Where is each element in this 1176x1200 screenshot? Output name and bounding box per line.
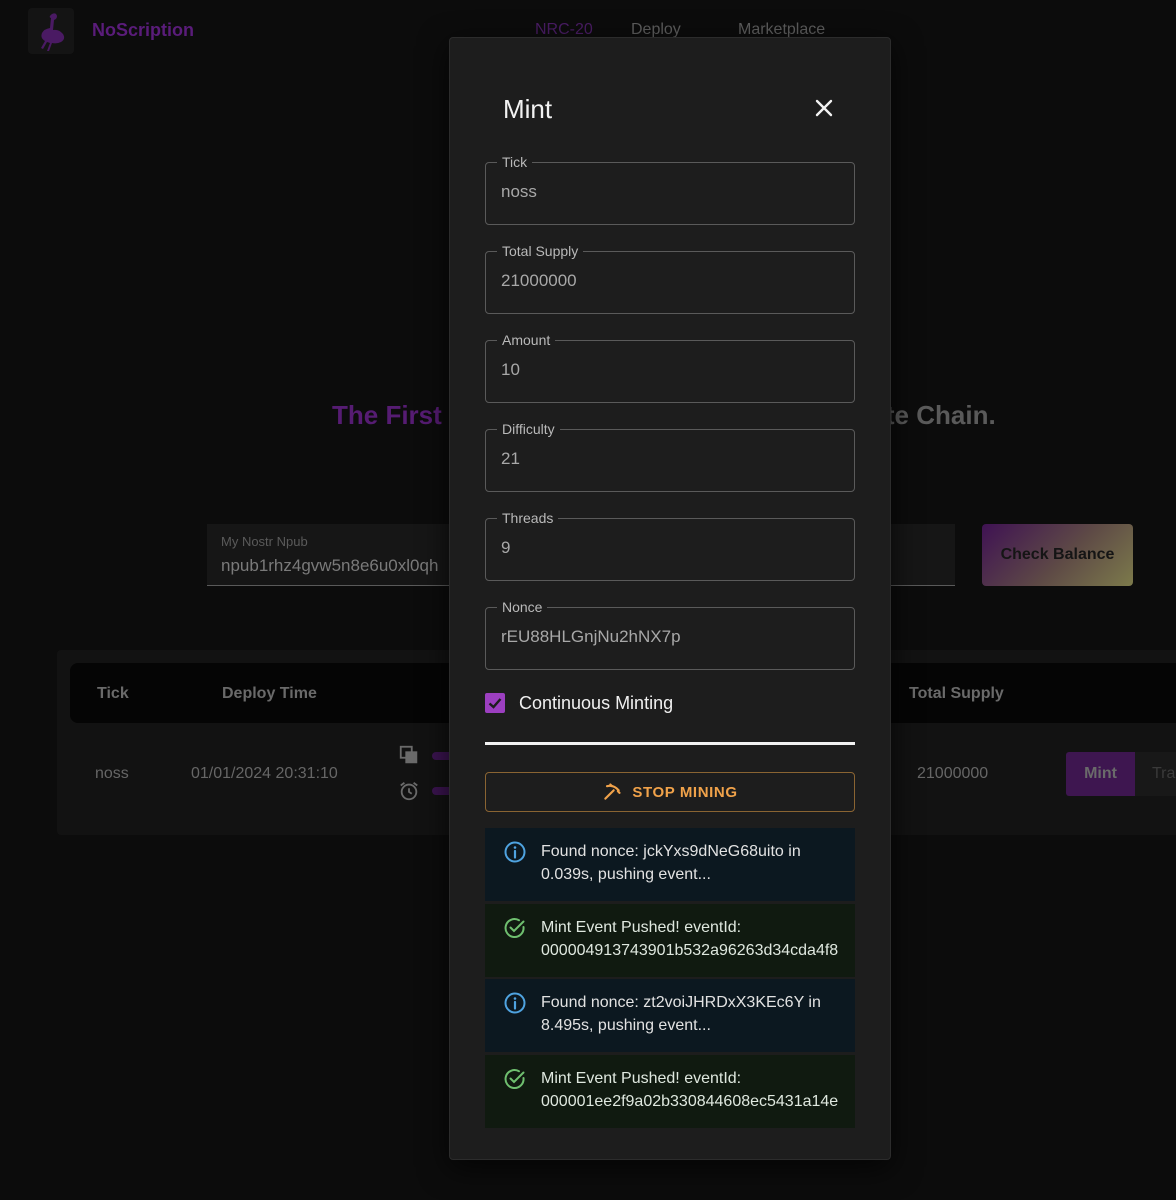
difficulty-label: Difficulty [497, 420, 560, 438]
check-balance-button[interactable]: Check Balance [982, 524, 1133, 586]
npub-label: My Nostr Npub [221, 534, 308, 549]
tick-input[interactable] [501, 182, 841, 202]
stop-mining-button[interactable]: STOP MINING [485, 772, 855, 812]
threads-field[interactable]: Threads [485, 509, 855, 581]
col-header-deploy-time: Deploy Time [222, 685, 317, 702]
brand-name[interactable]: NoScription [92, 20, 194, 41]
tick-label: Tick [497, 153, 533, 171]
ostrich-logo-icon [41, 13, 65, 51]
mining-progress-bar [485, 742, 855, 745]
checkmark-icon [488, 698, 502, 709]
alert-message: Mint Event Pushed! eventId: 000004913743… [541, 919, 839, 959]
alert-message: Found nonce: zt2voiJHRDxX3KEc6Y in 8.495… [541, 994, 821, 1034]
app-root: NoScription NRC-20 Deploy Marketplace Th… [0, 0, 1176, 1200]
difficulty-field[interactable]: Difficulty [485, 420, 855, 492]
dialog-title: Mint [503, 94, 553, 124]
col-header-total-supply: Total Supply [909, 685, 1004, 702]
logo[interactable] [28, 8, 74, 54]
alarm-icon[interactable] [398, 780, 420, 802]
total-supply-label: Total Supply [497, 242, 584, 260]
alert-message: Found nonce: jckYxs9dNeG68uito in 0.039s… [541, 843, 801, 883]
mint-dialog: Mint Tick Total Supply Amount Difficulty… [449, 37, 891, 1160]
nonce-input[interactable] [501, 627, 841, 647]
nonce-field[interactable]: Nonce [485, 598, 855, 670]
check-circle-icon [504, 918, 525, 938]
alert-info: Found nonce: zt2voiJHRDxX3KEc6Y in 8.495… [485, 979, 855, 1052]
alert-success: Mint Event Pushed! eventId: 000004913743… [485, 904, 855, 977]
amount-label: Amount [497, 331, 556, 349]
row-mint-button[interactable]: Mint [1066, 752, 1135, 796]
amount-input[interactable] [501, 360, 841, 380]
alert-success: Mint Event Pushed! eventId: 000001ee2f9a… [485, 1055, 855, 1128]
threads-input[interactable] [501, 538, 841, 558]
stop-mining-label: STOP MINING [632, 783, 738, 801]
close-icon[interactable] [812, 96, 836, 120]
continuous-minting-row[interactable]: Continuous Minting [485, 691, 673, 715]
copy-icon[interactable] [398, 744, 420, 766]
row-deploy-time: 01/01/2024 20:31:10 [191, 765, 338, 782]
npub-input[interactable]: npub1rhz4gvw5n8e6u0xl0qh [221, 556, 438, 576]
info-icon [504, 841, 526, 863]
amount-field[interactable]: Amount [485, 331, 855, 403]
difficulty-input[interactable] [501, 449, 841, 469]
col-header-tick: Tick [97, 685, 129, 702]
total-supply-field[interactable]: Total Supply [485, 242, 855, 314]
row-tick: noss [95, 765, 129, 782]
row-transfer-button[interactable]: Tra [1135, 752, 1176, 796]
info-icon [504, 992, 526, 1014]
threads-label: Threads [497, 509, 559, 527]
total-supply-input[interactable] [501, 271, 841, 291]
tick-field[interactable]: Tick [485, 153, 855, 225]
hero-title-left: The First [332, 400, 442, 430]
alert-message: Mint Event Pushed! eventId: 000001ee2f9a… [541, 1070, 839, 1110]
row-total-supply: 21000000 [917, 765, 989, 782]
nonce-label: Nonce [497, 598, 548, 616]
continuous-minting-checkbox[interactable] [485, 693, 505, 713]
check-circle-icon [504, 1069, 525, 1089]
pickaxe-icon [604, 783, 621, 800]
alert-info: Found nonce: jckYxs9dNeG68uito in 0.039s… [485, 828, 855, 901]
continuous-minting-label: Continuous Minting [519, 692, 674, 713]
